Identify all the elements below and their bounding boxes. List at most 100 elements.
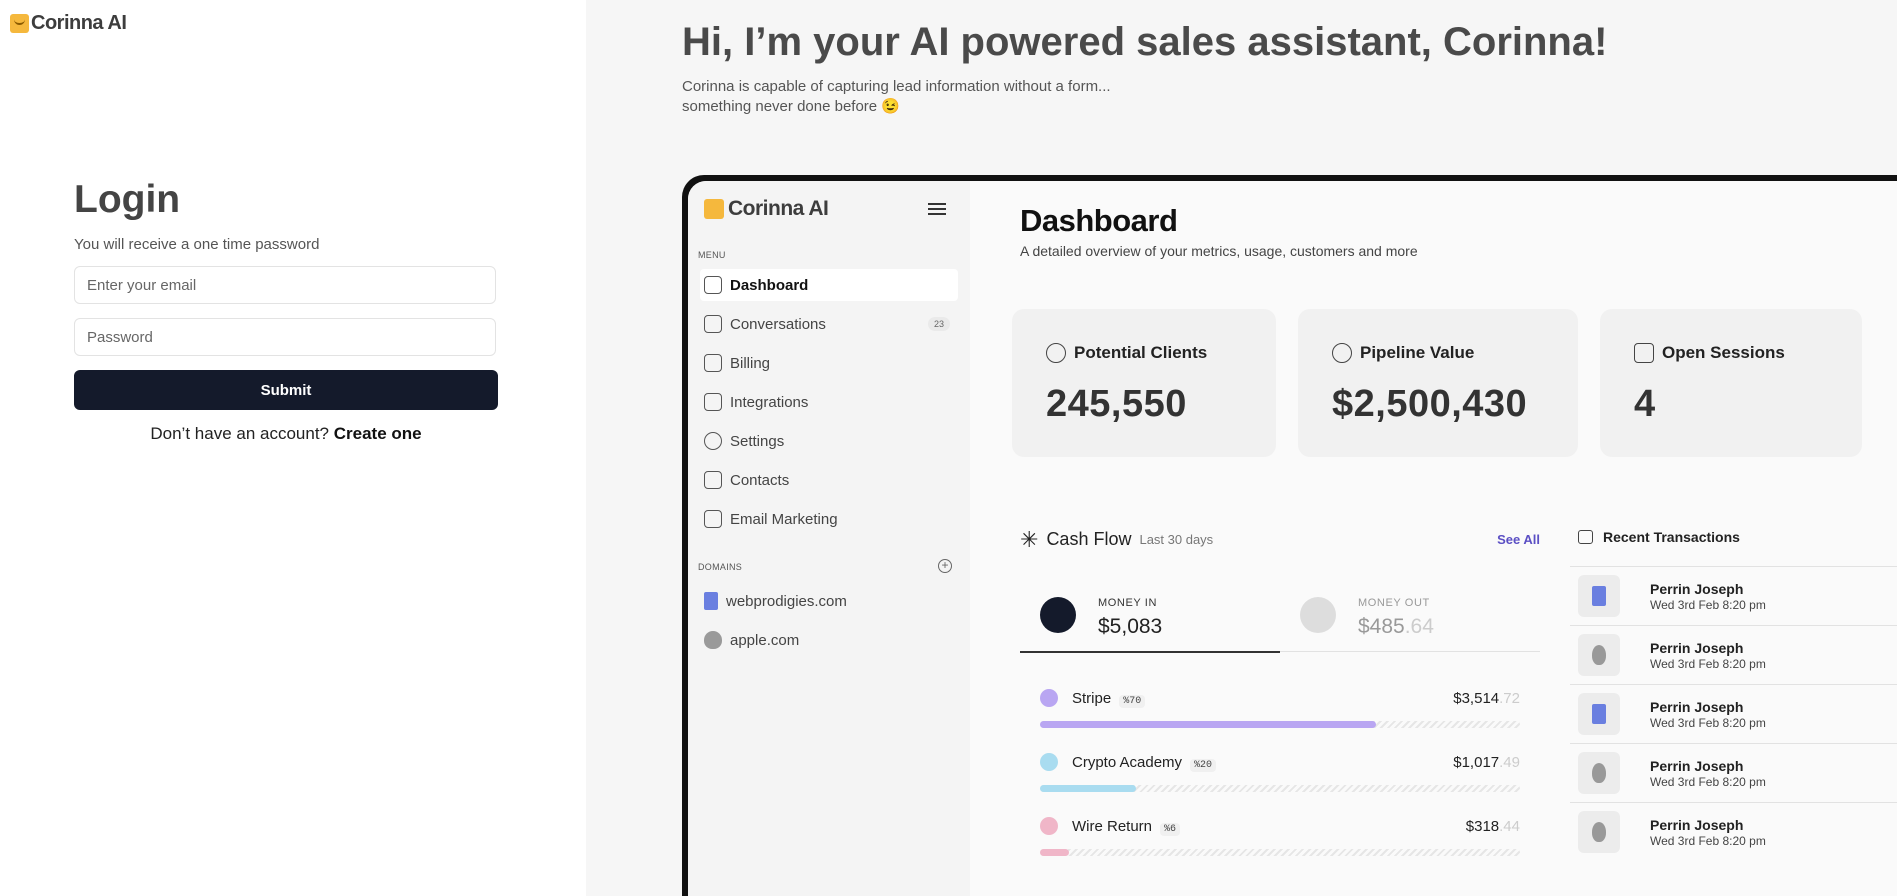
- sidebar-item-integrations: Integrations: [700, 386, 958, 418]
- domain-item-apple: apple.com: [700, 624, 958, 656]
- login-panel: Corinna AI Login You will receive a one …: [0, 0, 586, 896]
- conversations-count-badge: 23: [927, 317, 950, 331]
- money-out-amount: $485: [1358, 615, 1405, 638]
- menu-section-label: MENU: [698, 250, 726, 260]
- sidebar-item-dashboard: Dashboard: [700, 269, 958, 301]
- source-amount-value: $3,514: [1453, 690, 1500, 707]
- sidebar-item-label: Conversations: [730, 315, 826, 333]
- transaction-row: Perrin Joseph Wed 3rd Feb 8:20 pm: [1570, 743, 1897, 803]
- transaction-name: Perrin Joseph: [1650, 758, 1744, 774]
- cash-flow-period: Last 30 days: [1139, 532, 1214, 547]
- sidebar-item-label: Integrations: [730, 393, 809, 411]
- sidebar-item-label: Contacts: [730, 471, 790, 489]
- preview-brand: Corinna AI: [704, 197, 829, 221]
- domain-item-webprodigies: webprodigies.com: [700, 585, 958, 617]
- source-progress-track: [1040, 785, 1520, 792]
- money-out-cents: .64: [1404, 615, 1434, 638]
- transaction-row: Perrin Joseph Wed 3rd Feb 8:20 pm: [1570, 802, 1897, 862]
- signup-prompt-text: Don’t have an account?: [150, 424, 329, 443]
- login-subtitle: You will receive a one time password: [74, 236, 320, 253]
- create-account-link[interactable]: Create one: [334, 424, 422, 443]
- card-icon: [704, 354, 722, 372]
- sidebar-item-label: Billing: [730, 354, 771, 372]
- recent-transactions-title: Recent Transactions: [1603, 529, 1740, 545]
- source-name-text: Crypto Academy: [1072, 754, 1183, 771]
- download-icon: [1040, 597, 1076, 633]
- hero-subtitle-line2: something never done before 😉: [682, 98, 900, 115]
- see-all-link: See All: [1497, 532, 1540, 547]
- login-title: Login: [74, 178, 181, 221]
- cash-flow-source-row: Crypto Academy %20 $1,017.49: [1040, 749, 1520, 805]
- transaction-row: Perrin Joseph Wed 3rd Feb 8:20 pm: [1570, 566, 1897, 626]
- chat-icon: [1634, 343, 1654, 363]
- preview-sidebar: Corinna AI MENU Dashboard Conversations …: [688, 181, 970, 896]
- sidebar-item-label: Email Marketing: [730, 510, 838, 528]
- sidebar-item-contacts: Contacts: [700, 464, 958, 496]
- sliders-icon: [704, 393, 722, 411]
- upload-icon: [1300, 597, 1336, 633]
- source-amount-cents: .44: [1499, 818, 1520, 835]
- transaction-date: Wed 3rd Feb 8:20 pm: [1650, 834, 1766, 848]
- money-out: MONEY OUT $485.64: [1280, 589, 1540, 651]
- email-input[interactable]: [74, 266, 496, 304]
- hero-panel: Hi, I’m your AI powered sales assistant,…: [586, 0, 1897, 896]
- dashboard-title: Dashboard: [1020, 203, 1178, 238]
- source-name: Crypto Academy %20: [1072, 754, 1217, 772]
- bag-icon: [1578, 530, 1593, 544]
- source-amount: $318.44: [1466, 818, 1520, 835]
- transaction-name: Perrin Joseph: [1650, 699, 1744, 715]
- dashboard-preview-device: Corinna AI MENU Dashboard Conversations …: [682, 175, 1897, 896]
- book-icon: [704, 592, 718, 610]
- source-amount: $3,514.72: [1453, 690, 1520, 707]
- transaction-name: Perrin Joseph: [1650, 581, 1744, 597]
- divider: [1280, 651, 1540, 652]
- transaction-name: Perrin Joseph: [1650, 817, 1744, 833]
- source-progress-fill: [1040, 849, 1069, 856]
- source-amount-cents: .72: [1499, 690, 1520, 707]
- money-in-value: $5,083: [1098, 615, 1163, 638]
- card-label-text: Pipeline Value: [1360, 343, 1475, 362]
- source-dot-icon: [1040, 753, 1058, 771]
- domains-section-label: DOMAINS: [698, 562, 743, 572]
- source-progress-track: [1040, 721, 1520, 728]
- apple-icon: [1578, 634, 1620, 676]
- card-label: Pipeline Value: [1332, 343, 1474, 363]
- preview-main: Dashboard A detailed overview of your me…: [970, 181, 1897, 896]
- money-in: MONEY IN $5,083: [1020, 589, 1280, 653]
- source-name: Stripe %70: [1072, 690, 1146, 708]
- sidebar-item-settings: Settings: [700, 425, 958, 457]
- transaction-row: Perrin Joseph Wed 3rd Feb 8:20 pm: [1570, 684, 1897, 744]
- recent-transactions-widget: Recent Transactions Perrin Joseph Wed 3rd…: [1570, 529, 1897, 853]
- source-amount: $1,017.49: [1453, 754, 1520, 771]
- money-in-label: MONEY IN: [1098, 597, 1157, 609]
- apple-icon: [704, 631, 722, 649]
- signup-prompt: Don’t have an account? Create one: [74, 424, 498, 444]
- pipeline-value-card: Pipeline Value $2,500,430: [1298, 309, 1578, 457]
- apple-icon: [1578, 752, 1620, 794]
- source-progress-fill: [1040, 785, 1136, 792]
- brand-logo[interactable]: Corinna AI: [10, 12, 127, 35]
- password-input[interactable]: [74, 318, 496, 356]
- card-value: $2,500,430: [1332, 383, 1528, 425]
- card-label-text: Potential Clients: [1074, 343, 1208, 362]
- cash-flow-header: ✳ Cash Flow Last 30 days See All: [1020, 528, 1540, 550]
- contact-icon: [704, 471, 722, 489]
- logo-icon: [10, 14, 29, 33]
- source-dot-icon: [1040, 689, 1058, 707]
- source-name: Wire Return %6: [1072, 818, 1181, 836]
- source-amount-cents: .49: [1499, 754, 1520, 771]
- hero-title: Hi, I’m your AI powered sales assistant,…: [682, 20, 1608, 64]
- recent-transactions-header: Recent Transactions: [1570, 529, 1897, 545]
- sidebar-item-label: Settings: [730, 432, 785, 450]
- transaction-date: Wed 3rd Feb 8:20 pm: [1650, 657, 1766, 671]
- hero-subtitle-line1: Corinna is capable of capturing lead inf…: [682, 78, 1111, 95]
- transaction-row: Perrin Joseph Wed 3rd Feb 8:20 pm: [1570, 625, 1897, 685]
- source-percent: %20: [1190, 759, 1217, 772]
- brand-name: Corinna AI: [31, 12, 127, 34]
- money-out-label: MONEY OUT: [1358, 597, 1430, 609]
- menu-icon: [928, 203, 946, 215]
- domain-label: apple.com: [730, 631, 800, 649]
- card-label-text: Open Sessions: [1662, 343, 1785, 362]
- grid-icon: [704, 276, 722, 294]
- submit-button[interactable]: Submit: [74, 370, 498, 410]
